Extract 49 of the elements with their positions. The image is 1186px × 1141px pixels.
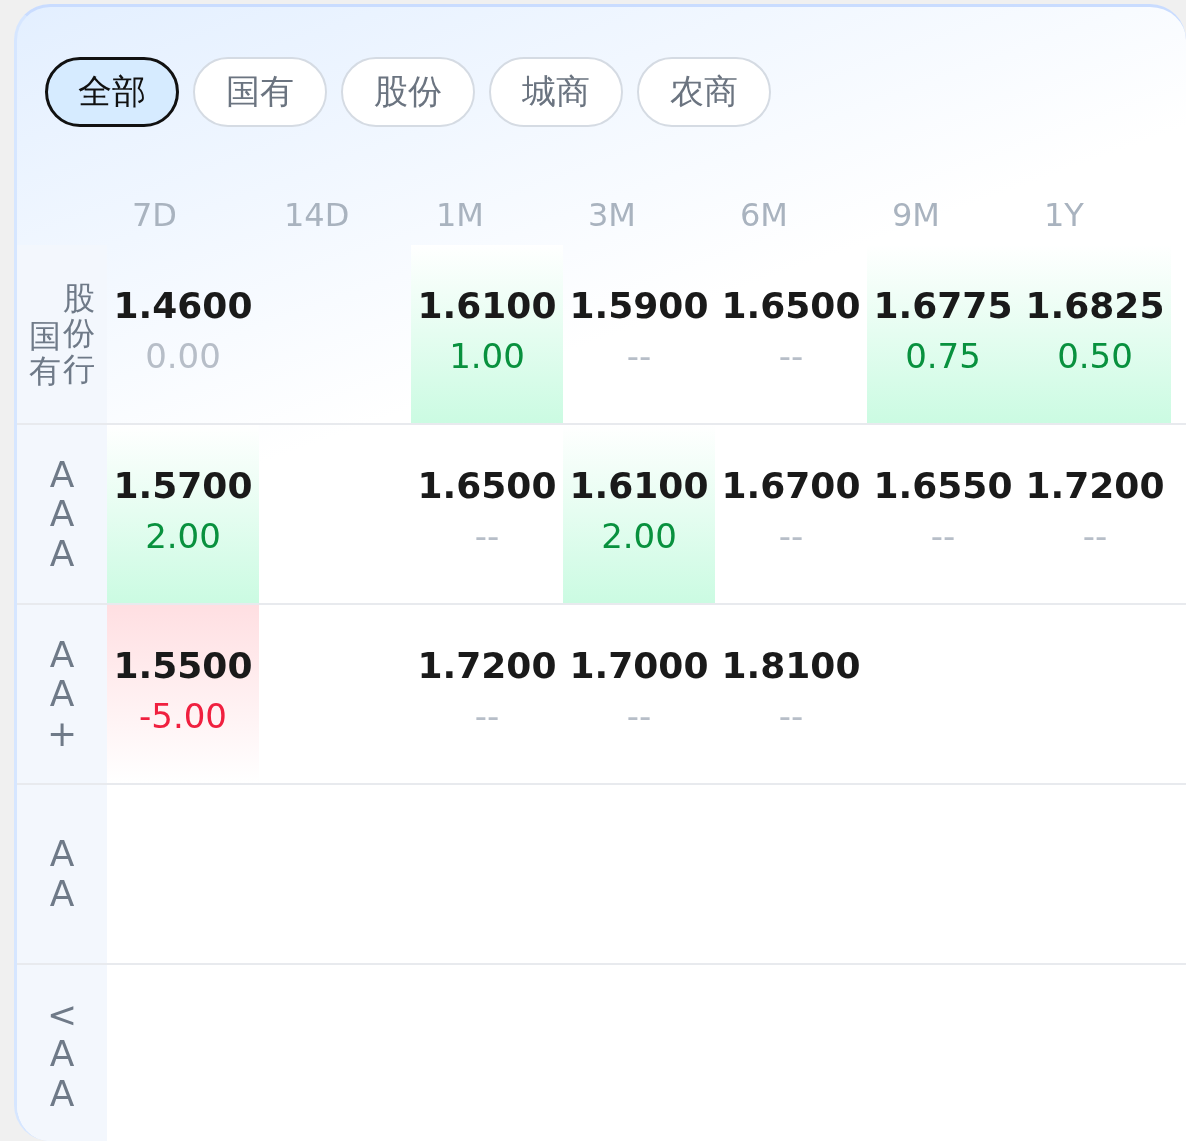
rate-value: 1.6100: [569, 465, 709, 506]
change-value: --: [474, 516, 500, 556]
change-value: -5.00: [139, 696, 227, 736]
row-header: AA+: [17, 605, 107, 783]
filter-tab[interactable]: 城商: [489, 57, 623, 127]
rate-value: 1.6550: [873, 465, 1013, 506]
change-value: 2.00: [145, 516, 221, 556]
row-header: <AA: [17, 965, 107, 1141]
column-header: 7D: [132, 196, 177, 234]
rate-value: 1.7200: [1025, 465, 1165, 506]
filter-tab[interactable]: 全部: [45, 57, 179, 127]
rate-value: 1.6500: [721, 285, 861, 326]
change-value: --: [930, 516, 956, 556]
change-value: --: [778, 336, 804, 376]
rate-value: 1.5500: [113, 645, 253, 686]
change-value: --: [626, 696, 652, 736]
rate-value: 1.5700: [113, 465, 253, 506]
rate-value: 1.6700: [721, 465, 861, 506]
row-header: AAA: [17, 425, 107, 603]
rate-value: 1.4600: [113, 285, 253, 326]
change-value: --: [778, 696, 804, 736]
row-header: 国有 股份行: [17, 245, 107, 423]
column-header: 9M: [892, 196, 940, 234]
filter-tab[interactable]: 股份: [341, 57, 475, 127]
change-value: 1.00: [449, 336, 525, 376]
change-value: --: [474, 696, 500, 736]
change-value: 2.00: [601, 516, 677, 556]
rate-value: 1.6775: [873, 285, 1013, 326]
filter-tab[interactable]: 国有: [193, 57, 327, 127]
change-value: 0.00: [145, 336, 221, 376]
change-value: --: [1082, 516, 1108, 556]
column-header: 1Y: [1044, 196, 1084, 234]
rate-value: 1.6825: [1025, 285, 1165, 326]
column-header: 6M: [740, 196, 788, 234]
filter-tab[interactable]: 农商: [637, 57, 771, 127]
change-value: --: [778, 516, 804, 556]
rate-value: 1.8100: [721, 645, 861, 686]
change-value: 0.75: [905, 336, 981, 376]
row-header: AA: [17, 785, 107, 963]
column-header: 14D: [284, 196, 350, 234]
column-header: 1M: [436, 196, 484, 234]
rate-value: 1.6500: [417, 465, 557, 506]
rate-value: 1.7000: [569, 645, 709, 686]
rate-value: 1.6100: [417, 285, 557, 326]
rate-value: 1.7200: [417, 645, 557, 686]
rate-value: 1.5900: [569, 285, 709, 326]
change-value: --: [626, 336, 652, 376]
change-value: 0.50: [1057, 336, 1133, 376]
column-header: 3M: [588, 196, 636, 234]
